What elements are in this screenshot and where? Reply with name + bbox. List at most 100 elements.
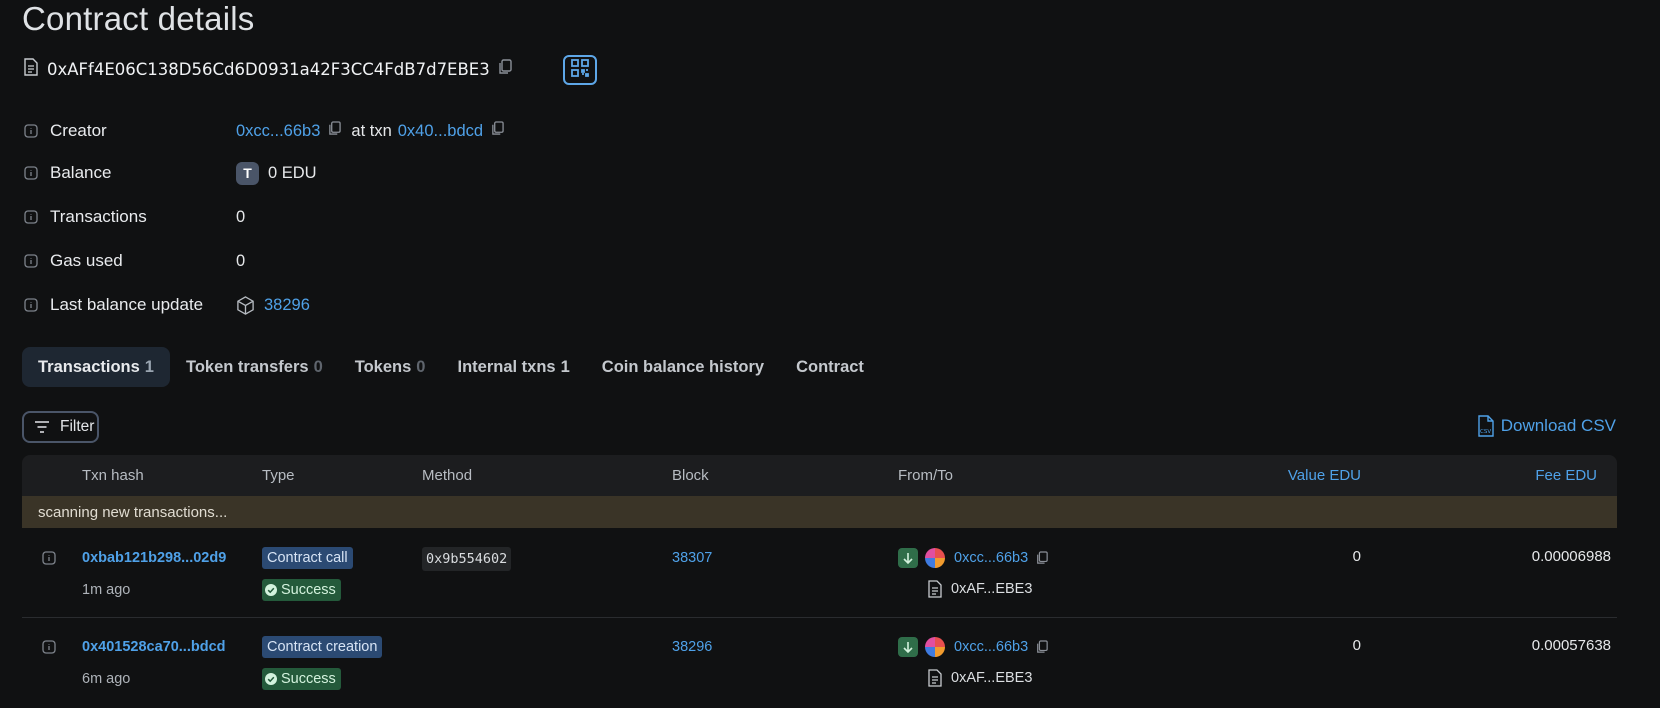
tab-label: Internal txns [457,357,556,376]
qr-code-button[interactable] [563,55,597,85]
balance-value: 0 EDU [268,163,317,182]
scanning-text: scanning new transactions... [38,504,228,521]
from-address-link[interactable]: 0xcc...66b3 [954,550,1028,566]
info-icon[interactable] [42,640,56,659]
check-circle-icon [265,673,277,685]
status-badge: Success [262,579,341,601]
tab-label: Contract [796,357,864,376]
to-address-text[interactable]: 0xAF...EBE3 [951,581,1032,597]
col-from-to: From/To [898,467,954,484]
download-csv-label: Download CSV [1500,416,1616,435]
status-badge: Success [262,668,341,690]
filter-button[interactable]: Filter [22,411,99,443]
gas-used-row: Gas used 0 [24,249,245,273]
copy-icon[interactable] [491,121,504,141]
from-address: 0xcc...66b3 [898,548,1048,568]
txn-age: 6m ago [82,671,131,687]
tab-count: 1 [560,357,570,376]
info-icon[interactable] [24,298,38,312]
balance-row: Balance T 0 EDU [24,161,317,185]
copy-icon[interactable] [498,59,512,80]
svg-text:CSV: CSV [1480,429,1491,435]
arrow-down-icon [898,548,918,568]
contract-address: 0xAFf4E06C138D56Cd6D0931a42F3CC4FdB7d7EB… [47,60,490,79]
transactions-label: Transactions [50,207,147,226]
block-link[interactable]: 38296 [672,639,712,655]
value-cell: 0 [1352,548,1361,565]
download-csv-link[interactable]: CSV Download CSV [1478,415,1616,437]
tab-tokens[interactable]: Tokens 0 [339,347,442,387]
creator-row: Creator 0xcc...66b3 at txn 0x40...bdcd [24,119,504,143]
from-address-link[interactable]: 0xcc...66b3 [954,639,1028,655]
txn-hash-link[interactable]: 0xbab121b298...02d9 [82,550,226,566]
col-type: Type [262,467,295,484]
from-address: 0xcc...66b3 [898,637,1048,657]
to-address-text[interactable]: 0xAF...EBE3 [951,670,1032,686]
txn-age: 1m ago [82,582,131,598]
last-balance-update-label: Last balance update [50,295,204,314]
value-cell: 0 [1352,637,1361,654]
at-txn-text: at txn [351,121,392,140]
col-txn-hash: Txn hash [82,467,144,484]
last-balance-block-link[interactable]: 38296 [264,296,310,315]
copy-icon[interactable] [1036,551,1048,565]
copy-icon[interactable] [328,121,342,141]
table-row: 0x401528ca70...bdcd 6m ago Contract crea… [22,617,1617,706]
csv-file-icon: CSV [1478,415,1494,437]
contract-address-row: 0xAFf4E06C138D56Cd6D0931a42F3CC4FdB7d7EB… [24,58,512,81]
info-icon[interactable] [24,210,38,224]
tab-label: Transactions [38,357,140,376]
page-title: Contract details [22,0,255,37]
block-cube-icon [236,295,255,315]
to-address: 0xAF...EBE3 [928,669,1032,687]
check-circle-icon [265,584,277,596]
table-row: 0xbab121b298...02d9 1m ago Contract call… [22,528,1617,618]
tab-contract[interactable]: Contract [780,347,880,387]
balance-label: Balance [50,163,112,182]
tab-internal-txns[interactable]: Internal txns 1 [441,347,585,387]
method-badge: 0x9b554602 [422,547,512,571]
type-badge: Contract call [262,547,353,569]
contract-file-icon [928,580,942,598]
creator-address-link[interactable]: 0xcc...66b3 [236,122,320,141]
col-value[interactable]: Value EDU [1288,467,1361,484]
last-balance-update-row: Last balance update 38296 [24,293,310,317]
contract-file-icon [24,58,38,81]
col-fee[interactable]: Fee EDU [1535,467,1597,484]
table-header: Txn hash Type Method Block From/To Value… [22,455,1617,496]
qr-code-icon [571,58,589,82]
tab-label: Coin balance history [601,357,765,376]
tab-token-transfers[interactable]: Token transfers 0 [170,347,339,387]
avatar [925,637,945,657]
block-link[interactable]: 38307 [672,550,712,566]
tab-transactions[interactable]: Transactions 1 [22,347,170,387]
tab-count: 0 [313,357,323,376]
tab-label: Token transfers [185,357,309,376]
info-icon[interactable] [24,254,38,268]
avatar [925,548,945,568]
transactions-value: 0 [236,207,246,226]
info-icon[interactable] [42,551,56,570]
creator-label: Creator [50,121,107,140]
info-icon[interactable] [24,166,38,180]
transactions-row: Transactions 0 [24,205,245,229]
to-address: 0xAF...EBE3 [928,580,1032,598]
tab-coin-balance-history[interactable]: Coin balance history [586,347,780,387]
contract-file-icon [928,669,942,687]
token-icon: T [236,161,259,185]
tab-count: 1 [144,357,154,376]
arrow-down-icon [898,637,918,657]
tab-count: 0 [416,357,426,376]
txn-hash-link[interactable]: 0x401528ca70...bdcd [82,639,226,655]
status-text: Success [281,671,336,687]
tab-bar: Transactions 1 Token transfers 0 Tokens 0 I… [22,347,880,387]
fee-cell: 0.00057638 [1531,637,1611,654]
copy-icon[interactable] [1036,640,1048,654]
creation-txn-link[interactable]: 0x40...bdcd [398,122,483,141]
filter-label: Filter [60,418,95,435]
col-method: Method [422,467,473,484]
info-icon[interactable] [24,124,38,138]
filter-icon [34,421,50,433]
tab-label: Tokens [354,357,412,376]
scanning-banner: scanning new transactions... [22,496,1617,528]
